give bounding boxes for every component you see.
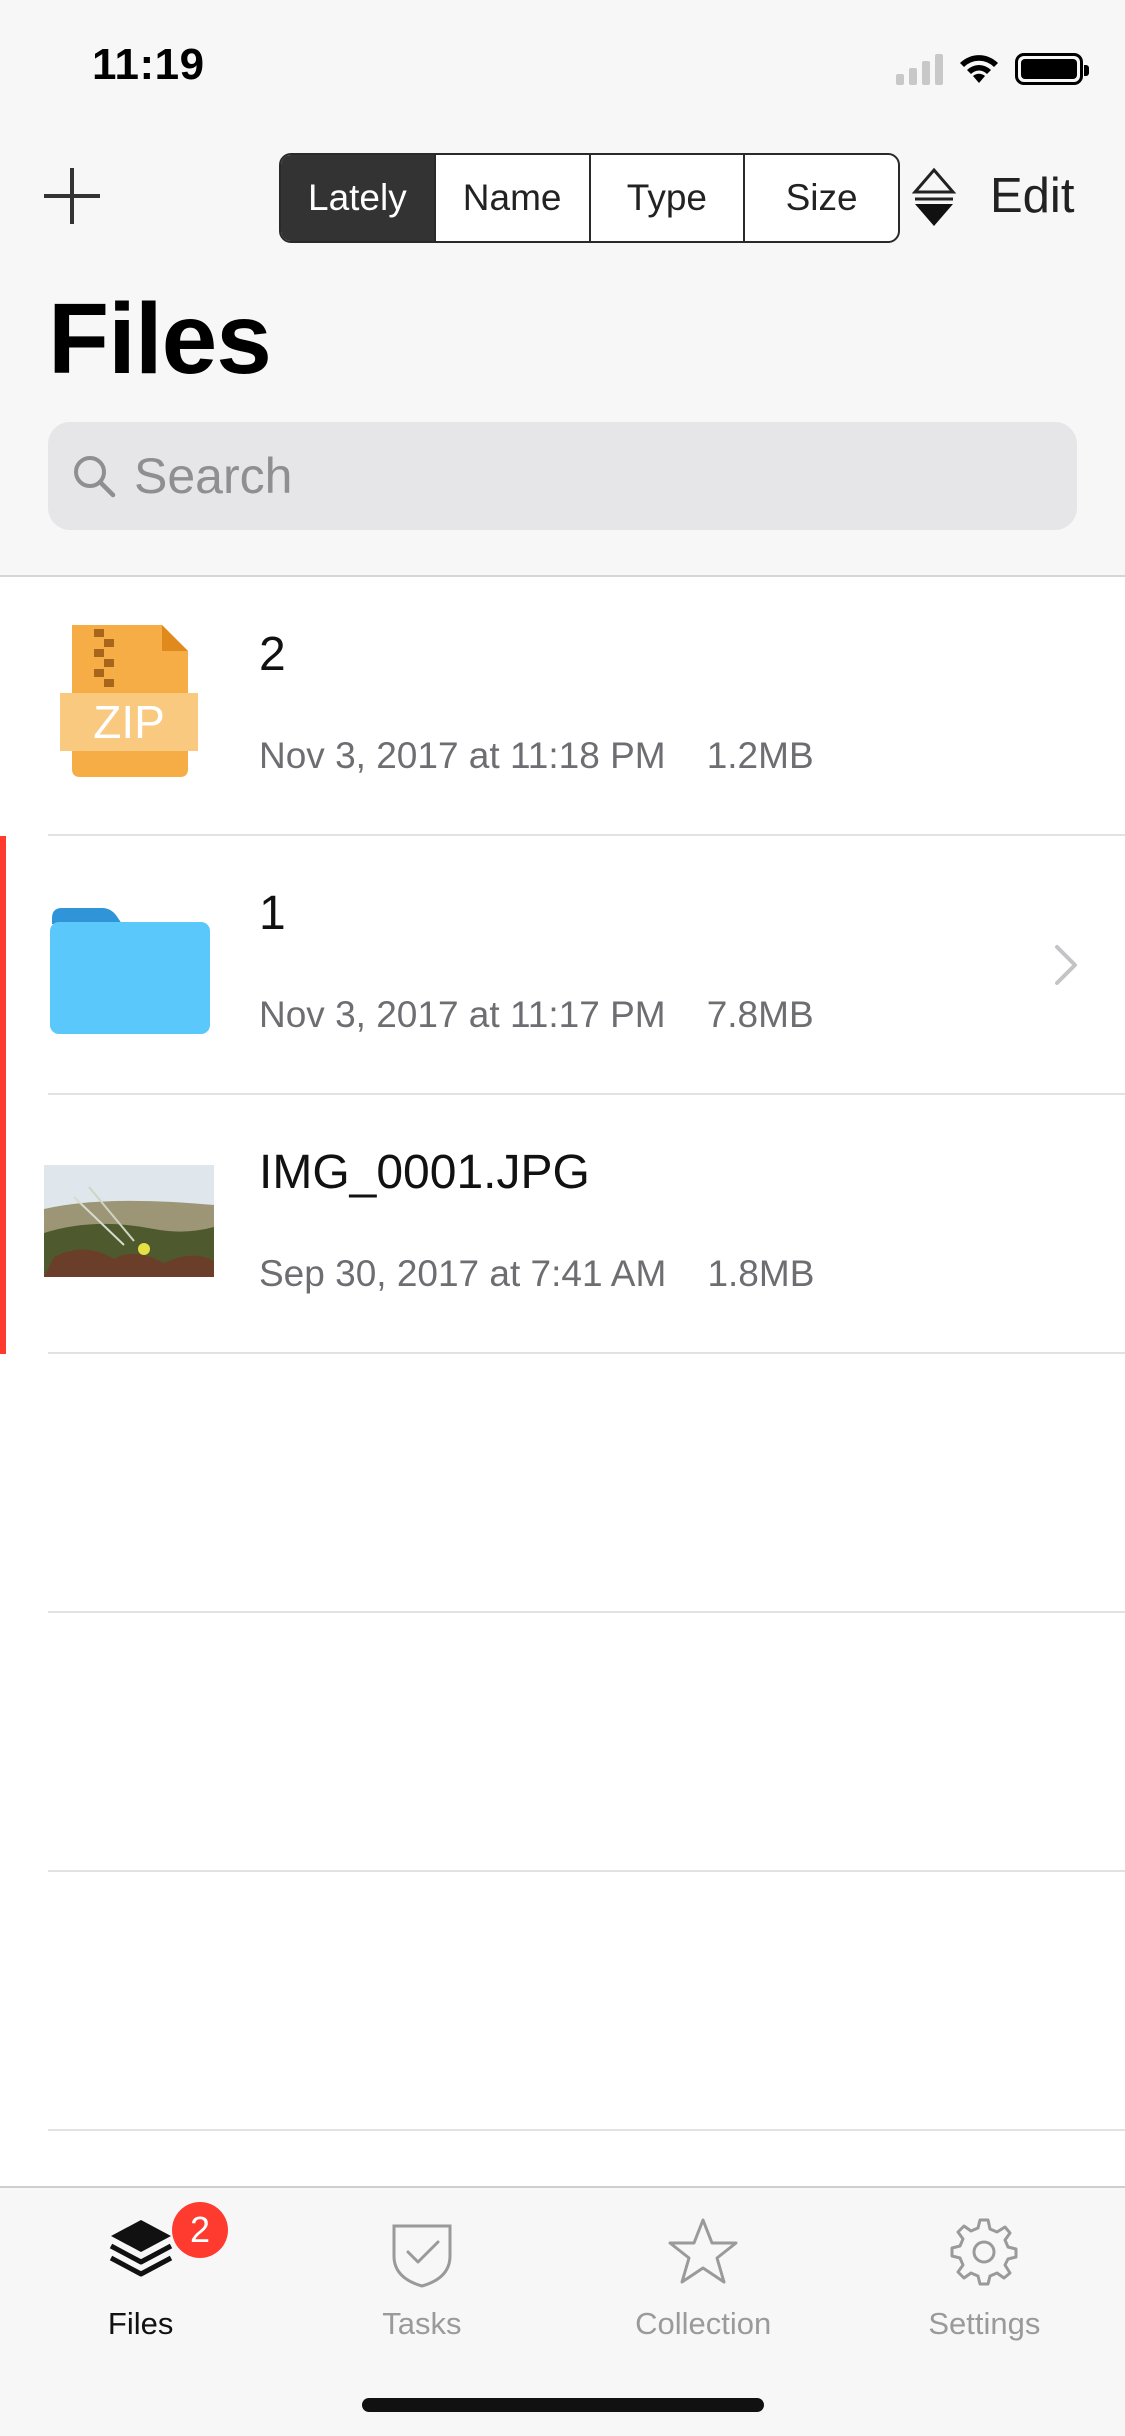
search-input[interactable] [134, 447, 1034, 505]
tab-settings[interactable]: Settings [844, 2188, 1125, 2368]
tasks-check-icon [392, 2224, 452, 2288]
add-button[interactable] [44, 168, 100, 224]
file-row-image[interactable]: IMG_0001.JPG Sep 30, 2017 at 7:41 AM 1.8… [0, 1095, 1125, 1354]
files-badge: 2 [172, 2202, 228, 2258]
status-icons [896, 52, 1089, 86]
sort-segmented-control: Lately Name Type Size [279, 153, 900, 243]
file-size: 1.2MB [706, 735, 814, 776]
stack-icon [109, 2220, 172, 2277]
tab-tasks[interactable]: Tasks [281, 2188, 562, 2368]
empty-row [0, 1613, 1125, 1872]
file-row-folder[interactable]: 1 Nov 3, 2017 at 11:17 PM 7.8MB [0, 836, 1125, 1095]
file-size: 1.8MB [707, 1253, 815, 1294]
header: 11:19 Lately Name Type Size Edit Files [0, 0, 1125, 577]
tab-label: Settings [928, 2306, 1041, 2341]
sort-option-size[interactable]: Size [743, 155, 898, 241]
search-bar[interactable] [48, 422, 1077, 530]
battery-icon [1015, 53, 1089, 85]
chevron-right-icon[interactable] [1051, 939, 1083, 991]
edit-button[interactable]: Edit [990, 168, 1074, 224]
file-name: 2 [259, 628, 286, 681]
cellular-signal-icon [896, 53, 943, 85]
zip-file-icon: ZIP [60, 625, 198, 777]
page-title: Files [48, 283, 272, 395]
wifi-icon [960, 55, 998, 83]
sort-option-type[interactable]: Type [588, 155, 744, 241]
files-screen: 11:19 Lately Name Type Size Edit Files S… [0, 0, 1125, 2436]
image-thumbnail [44, 1165, 214, 1277]
zip-icon-label: ZIP [93, 696, 165, 748]
empty-row [0, 1354, 1125, 1613]
sort-option-lately[interactable]: Lately [281, 155, 434, 241]
sort-option-name[interactable]: Name [433, 155, 589, 241]
file-date: Sep 30, 2017 at 7:41 AM [259, 1253, 667, 1294]
selection-indicator [0, 836, 6, 1354]
file-list: ZIP 2 Nov 3, 2017 at 11:18 PM 1.2MB 1 No… [0, 577, 1125, 2131]
file-size: 7.8MB [706, 994, 814, 1035]
file-date: Nov 3, 2017 at 11:18 PM [259, 735, 666, 776]
folder-icon [50, 908, 210, 1034]
tab-label: Tasks [382, 2306, 462, 2341]
file-row-zip[interactable]: ZIP 2 Nov 3, 2017 at 11:18 PM 1.2MB [0, 577, 1125, 836]
sort-direction-icon[interactable] [911, 166, 957, 230]
home-indicator[interactable] [362, 2398, 764, 2412]
file-date: Nov 3, 2017 at 11:17 PM [259, 994, 666, 1035]
tab-files[interactable]: 2 Files [0, 2188, 281, 2368]
empty-row [0, 1872, 1125, 2131]
file-name: 1 [259, 887, 286, 940]
star-icon [668, 2218, 738, 2284]
file-meta: Sep 30, 2017 at 7:41 AM 1.8MB [259, 1253, 814, 1295]
tab-label: Files [107, 2306, 174, 2341]
gear-icon [950, 2218, 1018, 2286]
file-meta: Nov 3, 2017 at 11:18 PM 1.2MB [259, 735, 814, 777]
file-name: IMG_0001.JPG [259, 1146, 590, 1199]
tab-collection[interactable]: Collection [563, 2188, 844, 2368]
tab-label: Collection [635, 2306, 772, 2341]
search-icon [74, 456, 116, 498]
status-time: 11:19 [92, 40, 205, 89]
file-meta: Nov 3, 2017 at 11:17 PM 7.8MB [259, 994, 814, 1036]
